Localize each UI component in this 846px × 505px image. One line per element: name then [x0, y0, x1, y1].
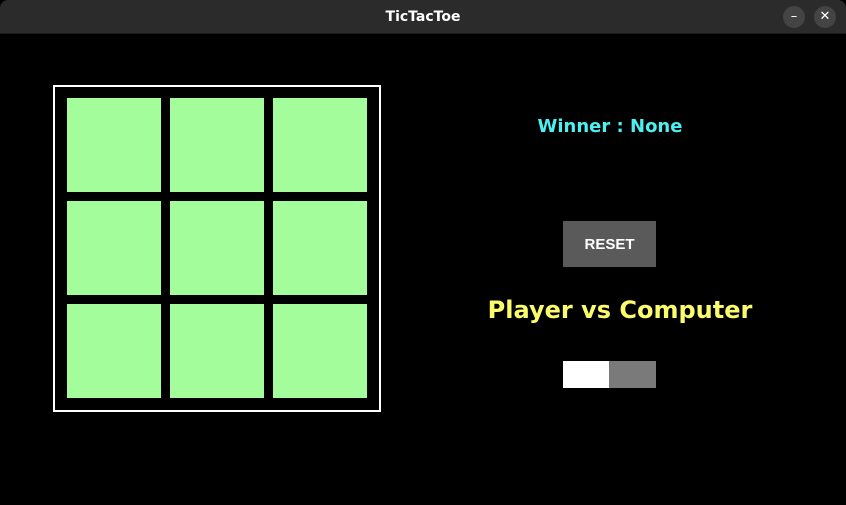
winner-label: Winner : None	[537, 116, 683, 137]
board-cell-4[interactable]	[67, 201, 161, 295]
board-cell-8[interactable]	[170, 304, 264, 398]
app-window: TicTacToe – ✕ Winner : None RESET Player…	[0, 0, 846, 505]
main-content: Winner : None RESET Player vs Computer	[0, 34, 846, 505]
board-cell-2[interactable]	[170, 98, 264, 192]
title-bar[interactable]: TicTacToe – ✕	[0, 0, 846, 34]
reset-button[interactable]: RESET	[563, 221, 656, 267]
game-board	[53, 85, 381, 412]
board-cell-9[interactable]	[273, 304, 367, 398]
board-cell-3[interactable]	[273, 98, 367, 192]
board-cell-1[interactable]	[67, 98, 161, 192]
window-title: TicTacToe	[385, 9, 461, 25]
game-mode-label: Player vs Computer	[487, 296, 753, 324]
board-cell-5[interactable]	[170, 201, 264, 295]
mode-toggle-switch[interactable]	[563, 361, 656, 388]
minimize-icon[interactable]: –	[783, 6, 805, 28]
close-icon[interactable]: ✕	[814, 6, 836, 28]
toggle-knob[interactable]	[563, 361, 609, 388]
board-cell-6[interactable]	[273, 201, 367, 295]
board-cell-7[interactable]	[67, 304, 161, 398]
